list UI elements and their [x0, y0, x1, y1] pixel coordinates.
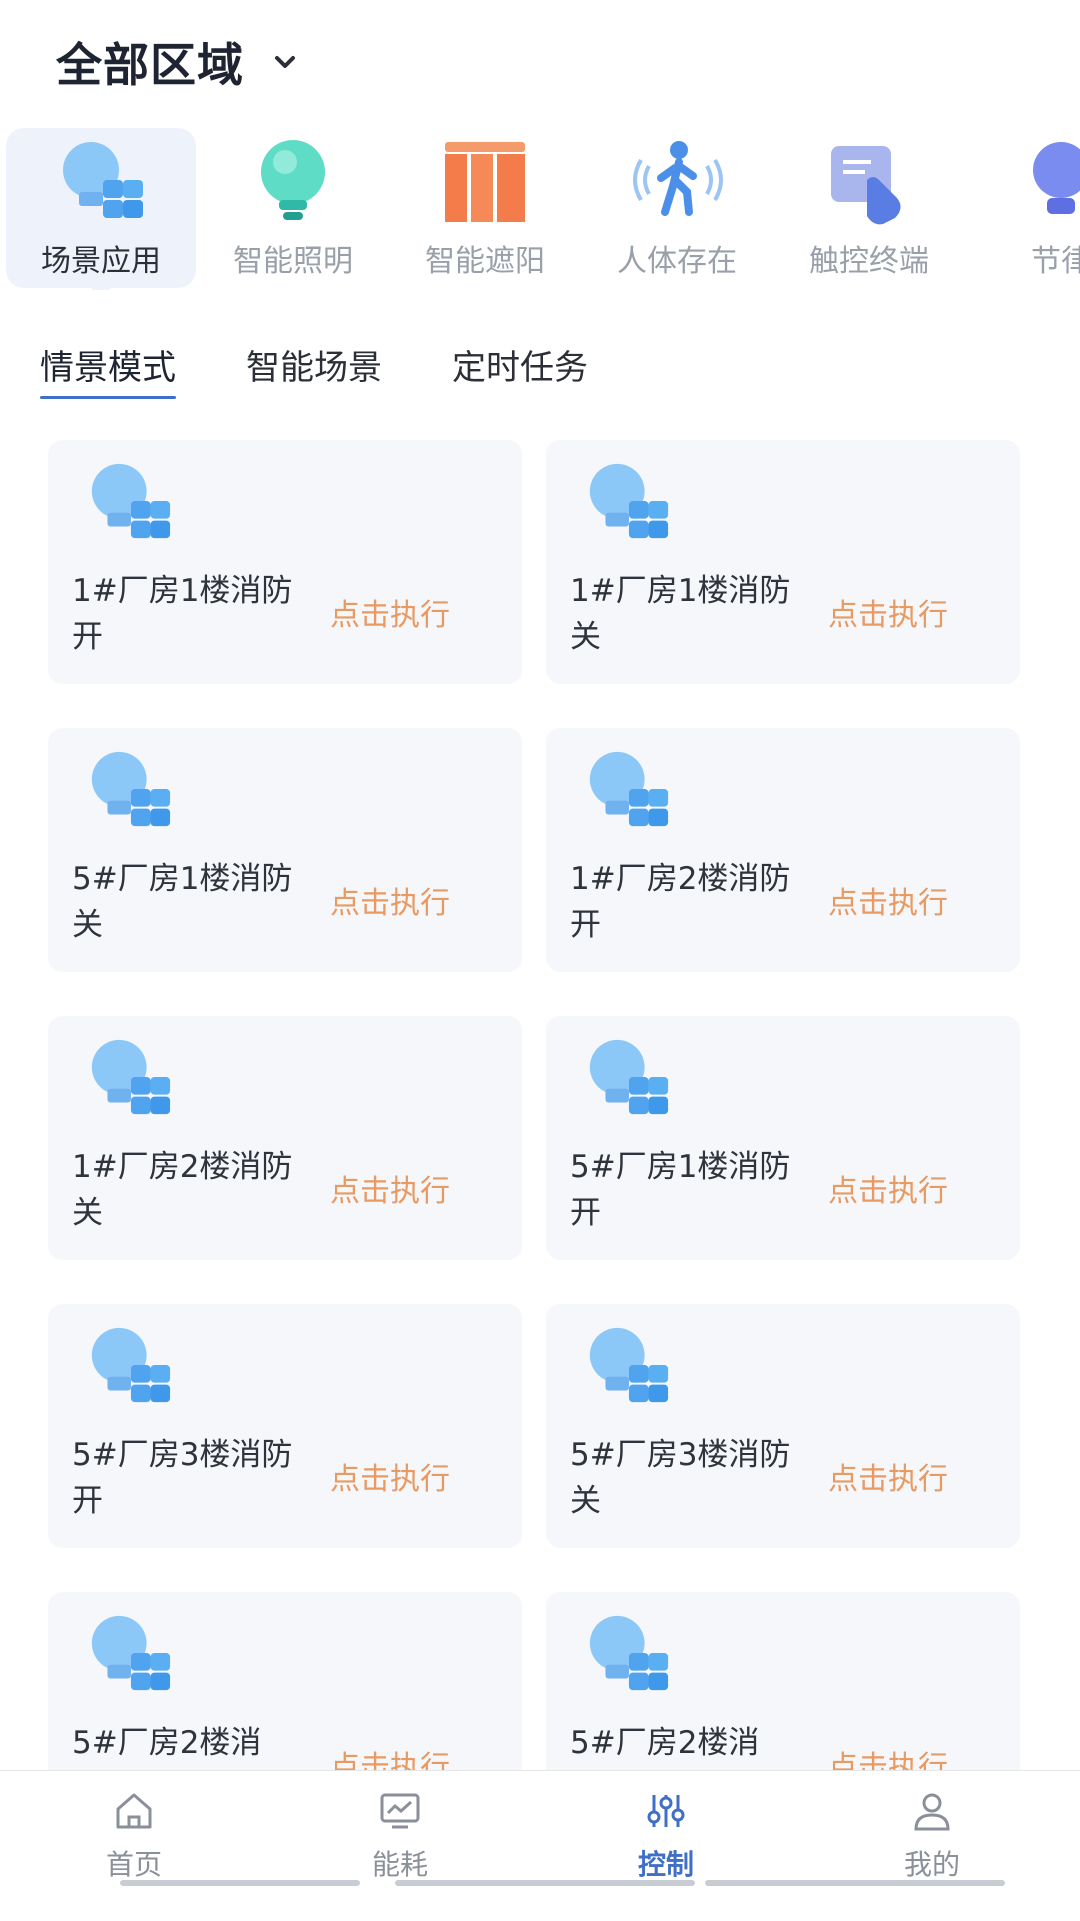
category-shade[interactable]: 智能遮阳 [390, 128, 580, 288]
nav-profile[interactable]: 我的 [832, 1791, 1032, 1883]
category-lighting[interactable]: 智能照明 [198, 128, 388, 288]
scene-bulb-icon [53, 136, 149, 226]
scene-card[interactable]: 5#厂房2楼消 点击执行 [546, 1592, 1020, 1770]
category-presence[interactable]: 人体存在 [582, 128, 772, 288]
execute-button[interactable]: 点击执行 [330, 590, 450, 634]
scene-bulb-icon [82, 746, 176, 834]
nav-energy[interactable]: 能耗 [300, 1791, 500, 1883]
scene-bulb-icon [82, 458, 176, 546]
scene-name: 1#厂房2楼消防关 [72, 1149, 293, 1231]
category-label: 人体存在 [617, 244, 737, 279]
user-icon [910, 1791, 954, 1831]
scene-bulb-icon [82, 1610, 176, 1698]
nav-label: 控制 [637, 1848, 694, 1881]
home-icon [112, 1791, 156, 1831]
category-touch[interactable]: 触控终端 [774, 128, 964, 288]
execute-button[interactable]: 点击执行 [330, 1454, 450, 1498]
execute-button[interactable]: 点击执行 [330, 878, 450, 922]
scene-name: 1#厂房2楼消防开 [570, 861, 791, 943]
scene-card[interactable]: 1#厂房1楼消防关 点击执行 [546, 440, 1020, 684]
person-sensor-icon [629, 136, 725, 226]
gesture-bar [395, 1880, 695, 1886]
category-scene[interactable]: 场景应用 [6, 128, 196, 290]
nav-label: 首页 [105, 1848, 162, 1881]
execute-button[interactable]: 点击执行 [330, 1166, 450, 1210]
category-label: 触控终端 [809, 244, 929, 279]
execute-button[interactable]: 点击执行 [828, 590, 948, 634]
bottom-nav: 首页 能耗 控制 我的 [0, 1770, 1080, 1921]
scene-bulb-icon [82, 1034, 176, 1122]
execute-button[interactable]: 点击执行 [828, 1454, 948, 1498]
tab-scene-mode[interactable]: 情景模式 [40, 340, 176, 399]
control-sliders-icon [644, 1791, 688, 1831]
category-label: 智能遮阳 [425, 244, 545, 279]
scene-grid: 1#厂房1楼消防开 点击执行 1#厂房1楼消防关 点击执行 5#厂房1楼消防关 … [48, 440, 1020, 1770]
category-label: 场景应用 [41, 244, 161, 279]
scene-card[interactable]: 5#厂房3楼消防开 点击执行 [48, 1304, 522, 1548]
scene-card[interactable]: 1#厂房2楼消防关 点击执行 [48, 1016, 522, 1260]
scene-name: 5#厂房1楼消防关 [72, 861, 293, 943]
shade-icon [437, 136, 533, 226]
category-bar: 场景应用 智能照明 智能遮阳 人体存在 触控终端 节律 [0, 120, 1080, 290]
gesture-bar [120, 1880, 360, 1886]
nav-home[interactable]: 首页 [34, 1791, 234, 1883]
scene-name: 5#厂房3楼消防开 [72, 1437, 293, 1519]
area-selector[interactable]: 全部区域 [56, 22, 300, 102]
execute-button[interactable]: 点击执行 [330, 1742, 450, 1770]
scene-name: 5#厂房2楼消 [72, 1725, 262, 1761]
execute-button[interactable]: 点击执行 [828, 1742, 948, 1770]
category-rhythm[interactable]: 节律 [966, 128, 1080, 288]
scene-bulb-icon [580, 458, 674, 546]
nav-control[interactable]: 控制 [566, 1791, 766, 1883]
category-label: 节律 [1031, 244, 1080, 279]
category-label: 智能照明 [233, 244, 353, 279]
scene-name: 5#厂房2楼消 [570, 1725, 760, 1761]
touch-panel-icon [821, 136, 917, 226]
scene-name: 5#厂房1楼消防开 [570, 1149, 791, 1231]
scene-card[interactable]: 5#厂房1楼消防开 点击执行 [546, 1016, 1020, 1260]
tab-scheduled-task[interactable]: 定时任务 [452, 340, 588, 399]
lightbulb-icon [245, 136, 341, 226]
area-title: 全部区域 [56, 38, 244, 92]
scene-name: 5#厂房3楼消防关 [570, 1437, 791, 1519]
rhythm-icon [1013, 136, 1080, 226]
scene-bulb-icon [82, 1322, 176, 1410]
tab-smart-scene[interactable]: 智能场景 [246, 340, 382, 399]
execute-button[interactable]: 点击执行 [828, 878, 948, 922]
nav-label: 能耗 [371, 1848, 428, 1881]
scene-name: 1#厂房1楼消防关 [570, 573, 791, 655]
scene-bulb-icon [580, 1034, 674, 1122]
nav-label: 我的 [903, 1848, 960, 1881]
scene-card[interactable]: 5#厂房2楼消 点击执行 [48, 1592, 522, 1770]
scene-bulb-icon [580, 1610, 674, 1698]
chevron-down-icon [270, 47, 300, 77]
gesture-bar [705, 1880, 1005, 1886]
scene-card[interactable]: 1#厂房1楼消防开 点击执行 [48, 440, 522, 684]
scene-card[interactable]: 5#厂房3楼消防关 点击执行 [546, 1304, 1020, 1548]
scene-tabs: 情景模式 智能场景 定时任务 [40, 340, 588, 399]
energy-chart-icon [378, 1791, 422, 1831]
scene-card[interactable]: 5#厂房1楼消防关 点击执行 [48, 728, 522, 972]
scene-bulb-icon [580, 746, 674, 834]
scene-name: 1#厂房1楼消防开 [72, 573, 293, 655]
scene-bulb-icon [580, 1322, 674, 1410]
scene-card[interactable]: 1#厂房2楼消防开 点击执行 [546, 728, 1020, 972]
execute-button[interactable]: 点击执行 [828, 1166, 948, 1210]
